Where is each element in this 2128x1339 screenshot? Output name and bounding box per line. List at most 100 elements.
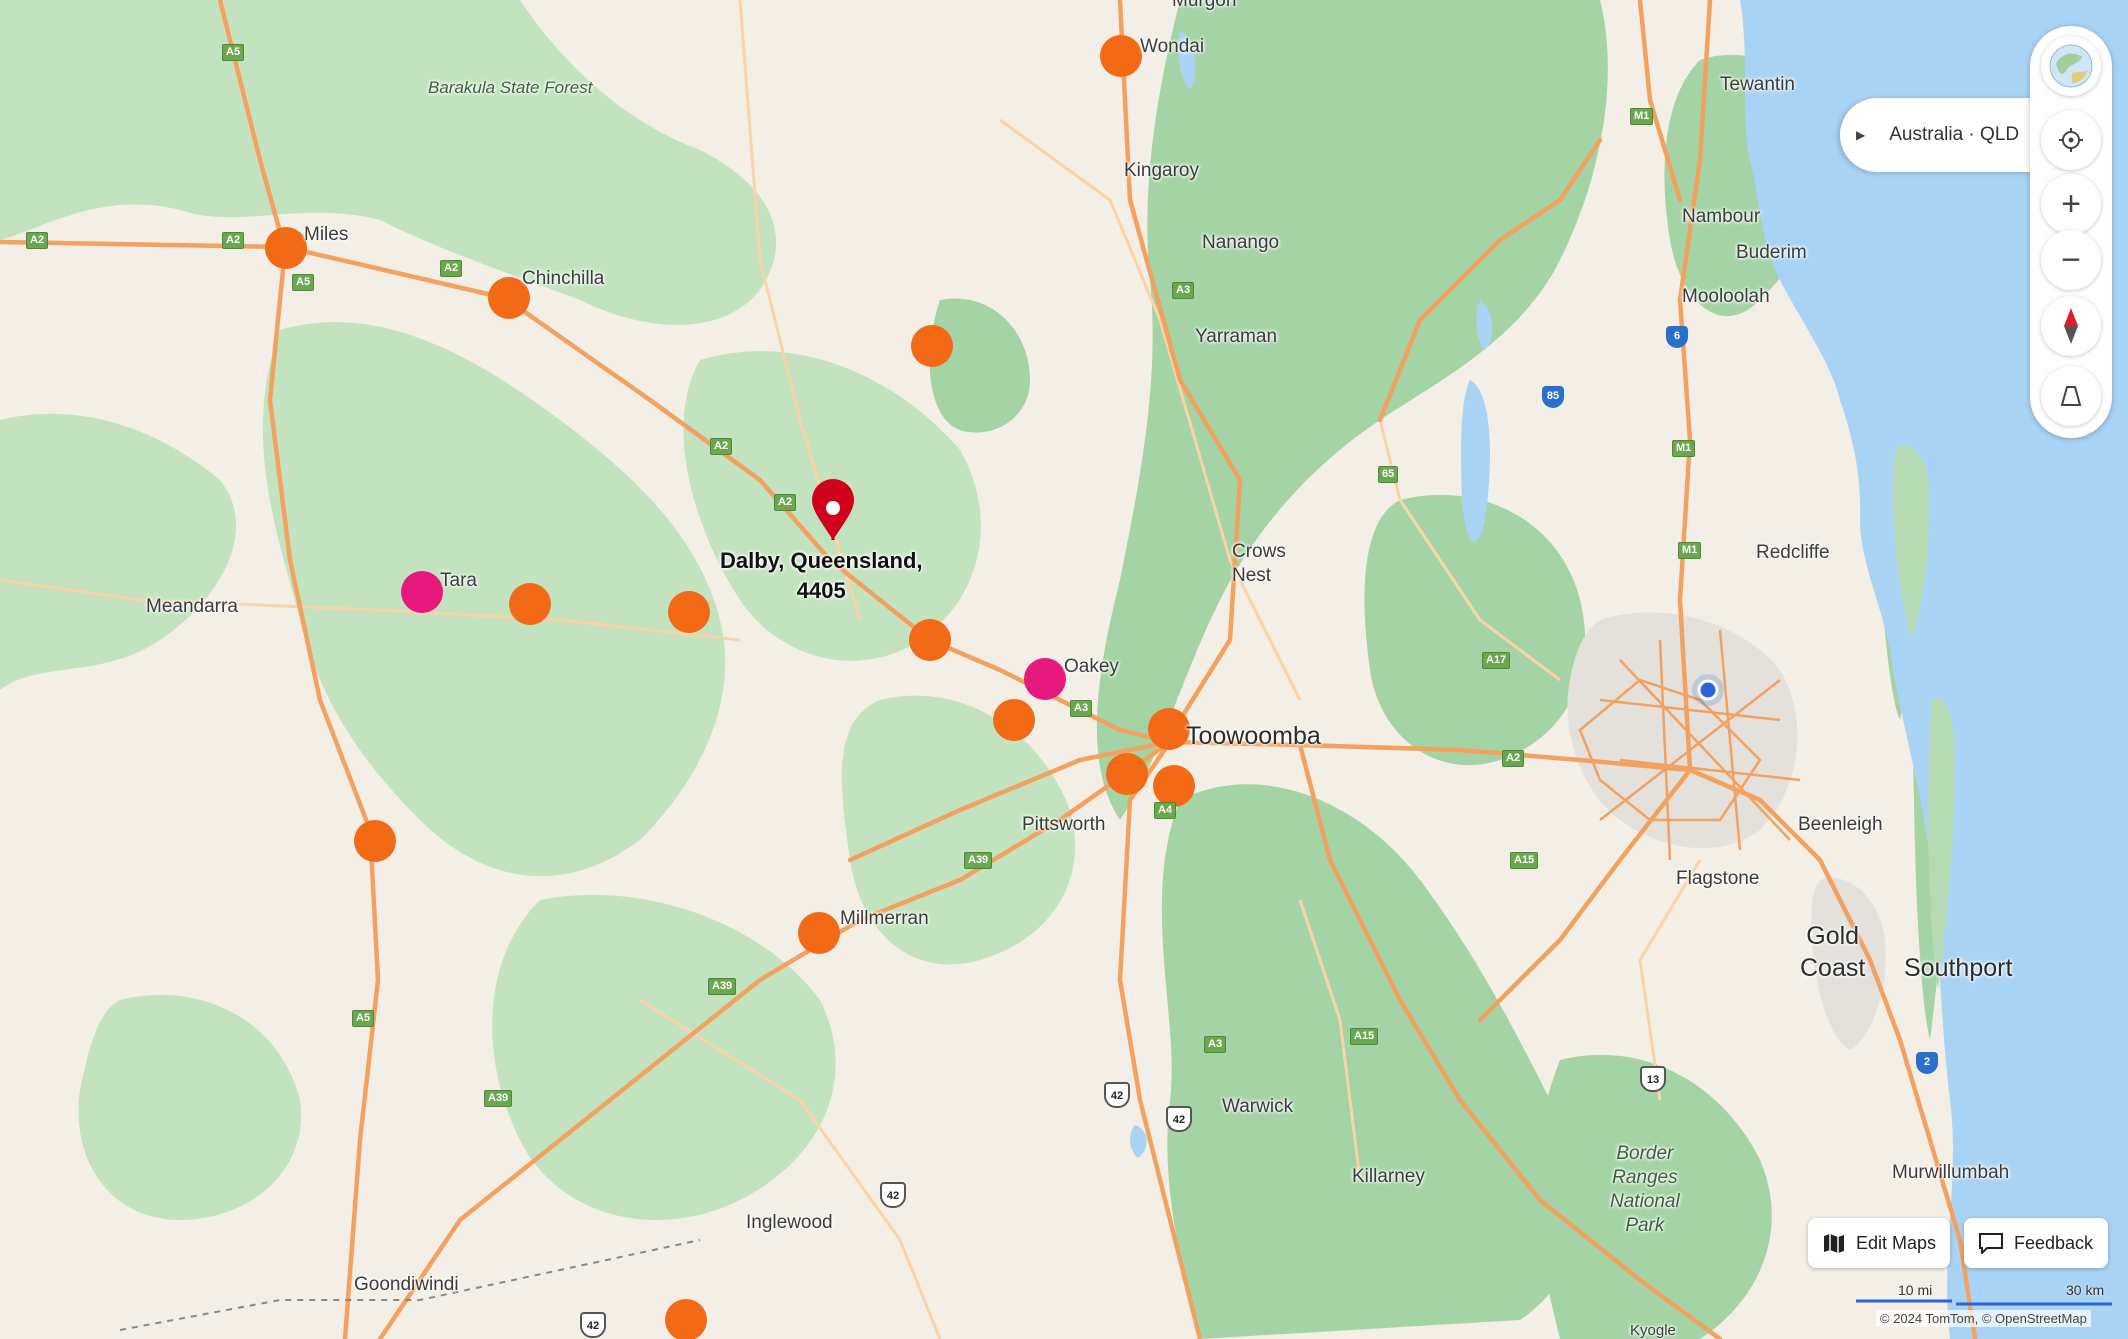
map-style-button[interactable] [2041, 36, 2101, 96]
location-breadcrumb[interactable]: ▶ Australia · QLD [1840, 98, 2040, 172]
road-shield: 65 [1378, 466, 1399, 483]
road-shield: A2 [440, 260, 463, 277]
feedback-label: Feedback [2014, 1232, 2094, 1253]
zoom-in-button[interactable]: + [2041, 174, 2101, 234]
poi-marker[interactable] [1106, 753, 1148, 795]
label-oakey: Oakey [1064, 656, 1119, 677]
label-nanango: Nanango [1202, 232, 1280, 253]
location-text: Australia · QLD [1889, 124, 2020, 145]
label-tara: Tara [440, 570, 477, 591]
road-shield: A2 [1502, 750, 1525, 767]
road-shield: 6 [1666, 326, 1688, 348]
tilt-icon [2060, 386, 2082, 406]
label-pittsworth: Pittsworth [1022, 814, 1106, 835]
road-shield: 42 [580, 1312, 606, 1338]
label-redcliffe: Redcliffe [1756, 542, 1830, 563]
label-tewantin: Tewantin [1720, 74, 1795, 95]
map-canvas[interactable]: Barakula State Forest Murgon Wondai King… [0, 0, 2128, 1339]
poi-marker-highlight[interactable] [1024, 658, 1066, 700]
map-icon [1822, 1232, 1846, 1254]
poi-marker[interactable] [665, 1299, 707, 1339]
label-mooloolah: Mooloolah [1682, 286, 1770, 307]
feedback-button[interactable]: Feedback [1964, 1218, 2108, 1268]
road-shield: M1 [1672, 440, 1696, 457]
label-warwick: Warwick [1222, 1096, 1294, 1117]
label-inglewood: Inglewood [746, 1212, 833, 1233]
poi-marker-highlight[interactable] [401, 571, 443, 613]
label-barakula: Barakula State Forest [428, 78, 593, 97]
road-shield: M1 [1630, 108, 1654, 125]
poi-marker[interactable] [798, 912, 840, 954]
compass-button[interactable] [2041, 296, 2101, 356]
road-shield: A2 [26, 232, 49, 249]
label-kyogle: Kyogle [1630, 1322, 1676, 1339]
poi-marker[interactable] [1153, 765, 1195, 807]
road-shield: A2 [710, 438, 733, 455]
label-kingaroy: Kingaroy [1124, 160, 1199, 181]
road-shield: A4 [1154, 802, 1177, 819]
poi-marker[interactable] [1100, 35, 1142, 77]
label-border-ranges: Border Ranges National Park [1610, 1143, 1680, 1236]
poi-marker[interactable] [1148, 708, 1190, 750]
poi-marker[interactable] [509, 583, 551, 625]
zoom-out-button[interactable]: − [2041, 230, 2101, 290]
poi-marker[interactable] [354, 820, 396, 862]
label-gold-coast: Gold Coast [1800, 922, 1866, 982]
label-goondiwindi: Goondiwindi [354, 1274, 459, 1295]
label-crows-nest: Crows Nest [1232, 541, 1286, 586]
road-shield: A3 [1204, 1036, 1227, 1053]
scale-mi: 10 mi [1898, 1282, 1933, 1298]
label-wondai: Wondai [1140, 36, 1205, 57]
road-shield: A39 [964, 852, 993, 869]
map-controls: + − [2030, 26, 2112, 438]
destination-label: Dalby, Queensland, 4405 [720, 548, 923, 603]
road-shield: 42 [1166, 1106, 1192, 1132]
locate-icon [2059, 128, 2083, 152]
poi-marker[interactable] [993, 699, 1035, 741]
minus-icon: − [2061, 240, 2081, 279]
road-shield: M1 [1678, 542, 1702, 559]
road-shield: A15 [1350, 1028, 1379, 1045]
tilt-button[interactable] [2041, 366, 2101, 426]
label-meandarra: Meandarra [146, 596, 238, 617]
road-shield: A5 [292, 274, 315, 291]
edit-maps-button[interactable]: Edit Maps [1808, 1218, 1950, 1268]
scale-km: 30 km [2066, 1282, 2105, 1298]
label-killarney: Killarney [1352, 1166, 1425, 1187]
poi-marker[interactable] [911, 325, 953, 367]
road-shield: A5 [222, 44, 245, 61]
road-shield: A3 [1172, 282, 1195, 299]
label-murgon: Murgon [1172, 0, 1237, 11]
expand-triangle-icon: ▶ [1856, 128, 1866, 142]
label-buderim: Buderim [1736, 242, 1807, 263]
road-shield: 13 [1640, 1066, 1666, 1092]
road-shield: A3 [1070, 700, 1093, 717]
copyright: © 2024 TomTom, © OpenStreetMap [1876, 1310, 2091, 1327]
poi-marker[interactable] [909, 619, 951, 661]
my-location-button[interactable] [2041, 110, 2101, 170]
road-shield: 42 [880, 1182, 906, 1208]
compass-icon [2064, 308, 2078, 344]
globe-icon [2049, 44, 2093, 88]
road-shield: A2 [222, 232, 245, 249]
label-toowoomba: Toowoomba [1186, 722, 1321, 750]
road-shield: 42 [1104, 1082, 1130, 1108]
road-shield: A5 [352, 1010, 375, 1027]
road-shield: A2 [774, 494, 797, 511]
poi-marker[interactable] [668, 591, 710, 633]
label-nambour: Nambour [1682, 206, 1761, 227]
label-yarraman: Yarraman [1195, 326, 1278, 347]
feedback-icon [1978, 1232, 2004, 1254]
label-murwillumbah: Murwillumbah [1892, 1162, 2010, 1183]
label-millmerran: Millmerran [840, 908, 929, 929]
poi-marker[interactable] [265, 227, 307, 269]
road-shield: A39 [484, 1090, 513, 1107]
road-shield: 2 [1916, 1052, 1938, 1074]
scale-bar [1856, 1299, 2112, 1306]
label-miles: Miles [304, 224, 349, 245]
plus-icon: + [2061, 184, 2081, 223]
label-beenleigh: Beenleigh [1798, 814, 1883, 835]
edit-maps-label: Edit Maps [1856, 1232, 1937, 1253]
label-chinchilla: Chinchilla [522, 268, 605, 289]
road-shield: A39 [708, 978, 737, 995]
